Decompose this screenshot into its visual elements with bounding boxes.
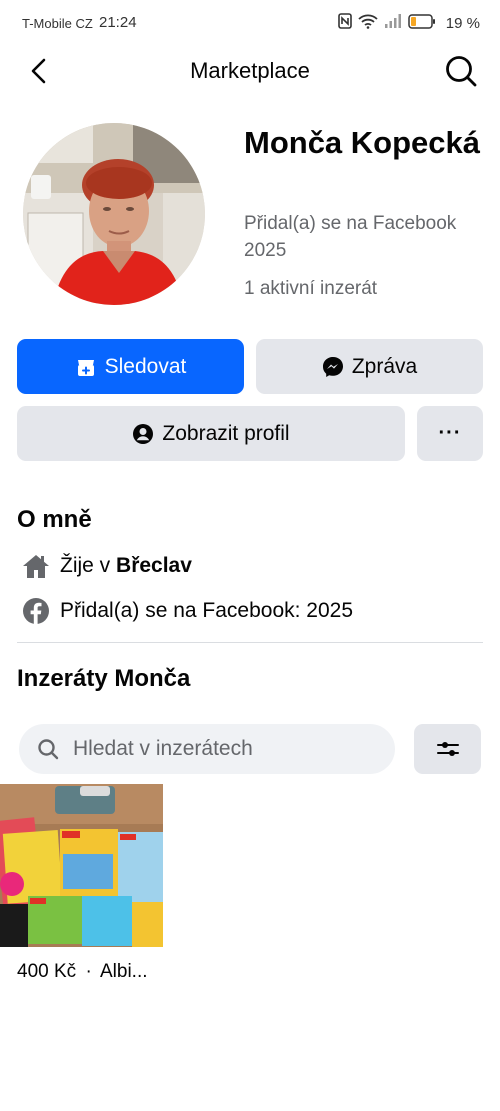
messenger-icon [322, 356, 343, 377]
search-icon [446, 56, 477, 87]
about-section-title: O mně [17, 506, 92, 533]
listing-title: Albi... [100, 961, 148, 982]
more-icon: ··· [438, 422, 462, 444]
battery-percent: 19 % [445, 15, 480, 32]
joined-facebook-row: Přidal(a) se na Facebook: 2025 [22, 597, 353, 625]
lives-in-row: Žije v Břeclav [22, 553, 192, 579]
lives-prefix: Žije v [60, 554, 111, 577]
battery-icon [408, 13, 436, 34]
wifi-icon [358, 13, 378, 34]
filter-sliders-icon [436, 742, 459, 756]
clock: 21:24 [99, 14, 137, 31]
search-icon [38, 739, 59, 760]
listing-caption: 400 Kč · Albi... [17, 961, 164, 983]
signal-icon [384, 13, 402, 34]
view-profile-label: Zobrazit profil [162, 421, 290, 445]
listing-separator: · [85, 961, 92, 982]
follow-label: Sledovat [104, 354, 187, 378]
follow-button[interactable]: Sledovat [17, 339, 244, 394]
listing-search-bar[interactable] [19, 724, 395, 774]
lives-city[interactable]: Břeclav [116, 554, 192, 577]
home-icon [23, 555, 49, 578]
active-listings-count: 1 aktivní inzerát [244, 278, 378, 299]
nfc-icon [337, 13, 352, 34]
profile-name: Monča Kopecká [244, 125, 481, 160]
filter-button[interactable] [414, 724, 481, 774]
status-icons: 19 % [337, 13, 480, 34]
search-button[interactable] [442, 52, 480, 90]
profile-avatar[interactable] [23, 123, 205, 305]
section-divider [17, 642, 483, 643]
view-profile-button[interactable]: Zobrazit profil [17, 406, 405, 461]
listing-search-input[interactable] [73, 737, 373, 761]
carrier-label: T-Mobile CZ [22, 16, 93, 31]
joined-text: Přidal(a) se na Facebook 2025 [244, 213, 457, 261]
listing-image[interactable] [0, 784, 163, 947]
more-button[interactable]: ··· [417, 406, 483, 461]
joined-facebook-text: Přidal(a) se na Facebook: 2025 [60, 599, 354, 622]
message-button[interactable]: Zpráva [256, 339, 483, 394]
facebook-icon [23, 598, 49, 624]
message-label: Zpráva [351, 354, 418, 378]
status-bar: T-Mobile CZ 21:24 19 % [0, 0, 500, 46]
listing-item[interactable]: 400 Kč · Albi... [0, 784, 164, 983]
follow-store-icon [77, 359, 94, 376]
listing-price: 400 Kč [17, 961, 77, 982]
user-circle-icon [133, 423, 154, 444]
listings-section-title: Inzeráty Monča [17, 665, 191, 692]
top-app-bar: Marketplace [0, 46, 500, 94]
page-title: Marketplace [190, 58, 310, 83]
